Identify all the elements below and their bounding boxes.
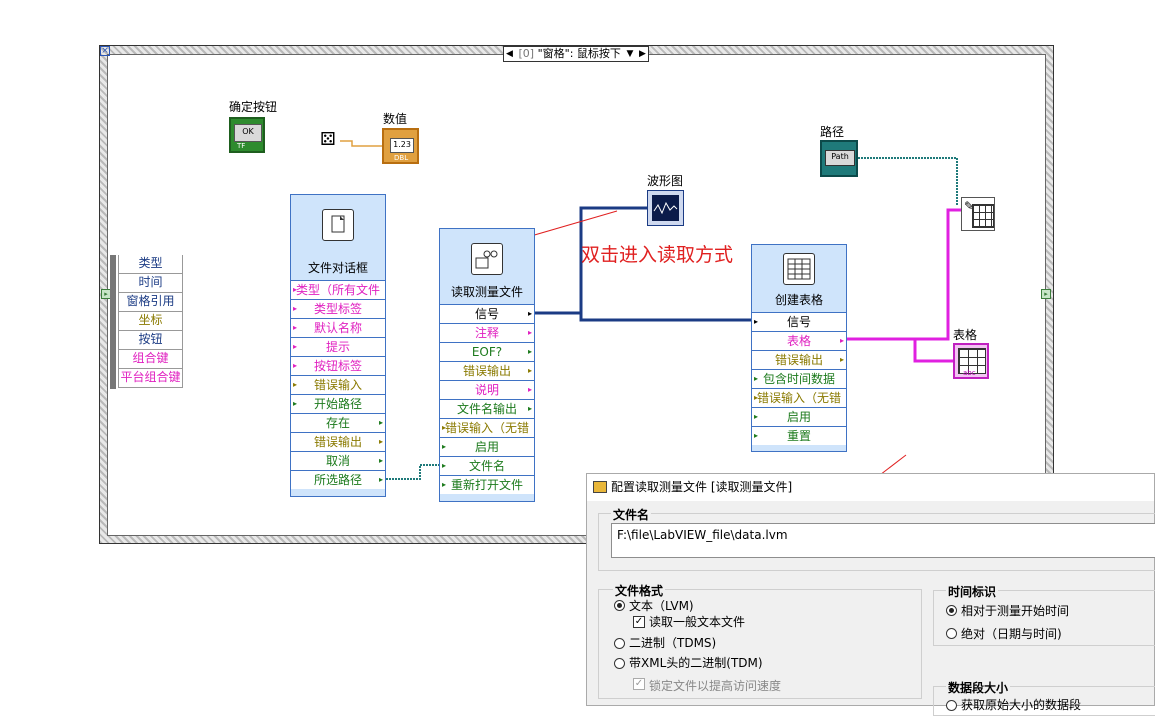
read-file-input[interactable]: ▸ 错误输入（无错 (440, 418, 534, 437)
filename-input[interactable]: F:\file\LabVIEW_file\data.lvm (611, 523, 1155, 558)
build-table-output[interactable]: 错误输出 ▸ (752, 350, 846, 369)
file-dialog-input[interactable]: ▸ 提示 (291, 337, 385, 356)
build-table-icon (783, 253, 815, 285)
table-terminal-type: abc (963, 369, 976, 377)
waveform-graph-screen-icon (652, 195, 679, 221)
waveform-graph-label: 波形图 (647, 174, 684, 188)
read-file-title: 读取测量文件 (450, 285, 523, 299)
path-face: Path (825, 150, 855, 166)
build-table-input[interactable]: ▸ 启用 (752, 407, 846, 426)
read-file-output[interactable]: 文件名输出 ▸ (440, 399, 534, 418)
build-table-input[interactable]: ▸ 重置 (752, 426, 846, 445)
dialog-title: 配置读取测量文件 [读取测量文件] (611, 480, 793, 494)
waveform-graph-terminal[interactable] (647, 190, 684, 226)
format-lvm-radio[interactable] (614, 600, 625, 611)
timestamp-relative-radio[interactable] (946, 605, 957, 616)
file-dialog-output[interactable]: 取消 ▸ (291, 451, 385, 470)
file-dialog-input[interactable]: ▸ 按钮标签 (291, 356, 385, 375)
read-file-output[interactable]: EOF? ▸ (440, 342, 534, 361)
format-lvm-label[interactable]: 文本（LVM) (629, 597, 694, 614)
table-label: 表格 (953, 328, 978, 342)
labview-icon (593, 481, 607, 493)
ok-button-terminal[interactable]: OK TF (229, 117, 265, 153)
lock-file-checkbox[interactable]: ✓ (633, 678, 645, 690)
file-dialog-input[interactable]: ▸ 类型标签 (291, 299, 385, 318)
read-generic-text-label[interactable]: 读取一般文本文件 (649, 613, 745, 630)
event-data-node[interactable]: 类型 时间 窗格引用 坐标 按钮 组合键 平台组合键 (110, 255, 183, 389)
segment-size-group-label: 数据段大小 (946, 679, 1011, 696)
annotation-text: 双击进入读取方式 (581, 244, 734, 266)
table-grid-icon (972, 204, 994, 228)
ok-button-type: TF (237, 142, 246, 150)
right-tunnel-icon[interactable]: ▸ (1041, 289, 1051, 299)
file-dialog-title: 文件对话框 (307, 261, 368, 275)
file-dialog-express-vi[interactable]: 文件对话框 ▸ 类型（所有文件 ▸ 类型标签 ▸ 默认名称 ▸ 提示 ▸ 按钮标签 ▸ 错误… (290, 194, 386, 497)
read-file-input[interactable]: ▸ 文件名 (440, 456, 534, 475)
file-dialog-icon (322, 209, 354, 241)
path-label: 路径 (820, 125, 845, 139)
ok-button-face: OK (234, 124, 262, 142)
format-tdms-radio[interactable] (614, 638, 625, 649)
file-dialog-input[interactable]: ▸ 默认名称 (291, 318, 385, 337)
timestamp-absolute-label[interactable]: 绝对（日期与时间) (961, 625, 1062, 642)
event-data-item[interactable]: 时间 (118, 274, 183, 293)
file-dialog-output[interactable]: 存在 ▸ (291, 413, 385, 432)
numeric-face: 1.23 (390, 138, 414, 153)
timestamp-relative-label[interactable]: 相对于测量开始时间 (961, 602, 1069, 619)
numeric-wire (340, 140, 382, 147)
read-file-output[interactable]: 说明 ▸ (440, 380, 534, 399)
build-table-input[interactable]: ▸ 包含时间数据 (752, 369, 846, 388)
event-data-item[interactable]: 坐标 (118, 312, 183, 331)
read-generic-text-checkbox[interactable]: ✓ (633, 616, 645, 628)
read-file-icon (471, 243, 503, 275)
dialog-titlebar[interactable]: 配置读取测量文件 [读取测量文件] (587, 474, 1154, 501)
signal-wire-to-table (579, 313, 752, 322)
event-data-item[interactable]: 窗格引用 (118, 293, 183, 312)
file-dialog-output[interactable]: 错误输出 ▸ (291, 432, 385, 451)
event-data-item[interactable]: 平台组合键 (118, 369, 183, 388)
format-tdms-label[interactable]: 二进制（TDMS) (629, 634, 716, 651)
build-table-input[interactable]: ▸ 信号 (752, 312, 846, 331)
format-tdm-label[interactable]: 带XML头的二进制(TDM) (629, 654, 763, 671)
read-file-output[interactable]: 注释 ▸ (440, 323, 534, 342)
lock-file-label: 锁定文件以提高访问速度 (649, 679, 782, 693)
build-table-express-vi[interactable]: 创建表格 ▸ 信号 表格 ▸ 错误输出 ▸ ▸ 包含时间数据 ▸ 错误输入（无错 ▸ 启用 … (751, 244, 847, 452)
segment-original-label[interactable]: 获取原始大小的数据段 (961, 696, 1081, 713)
file-dialog-input[interactable]: ▸ 类型（所有文件 (291, 280, 385, 299)
event-data-item[interactable]: 按钮 (118, 331, 183, 350)
timestamp-absolute-radio[interactable] (946, 628, 957, 639)
numeric-terminal[interactable]: 1.23 DBL (382, 128, 419, 164)
build-table-input[interactable]: ▸ 错误输入（无错 (752, 388, 846, 407)
read-file-input[interactable]: ▸ 重新打开文件 (440, 475, 534, 494)
read-file-input[interactable]: ▸ 启用 (440, 437, 534, 456)
ok-button-label: 确定按钮 (229, 100, 278, 114)
file-dialog-input[interactable]: ▸ 开始路径 (291, 394, 385, 413)
event-data-item[interactable]: 类型 (118, 255, 183, 274)
table-wire (847, 337, 953, 363)
file-dialog-output[interactable]: 所选路径 ▸ (291, 470, 385, 489)
timestamp-group-label: 时间标识 (946, 583, 999, 600)
table-property-node[interactable]: ✎ (961, 197, 995, 231)
event-data-node-bar (110, 255, 116, 389)
build-table-output[interactable]: 表格 ▸ (752, 331, 846, 350)
read-measurement-file-express-vi[interactable]: 读取测量文件 信号 ▸ 注释 ▸ EOF? ▸ 错误输出 ▸ 说明 ▸ 文件名输出 ▸ ▸ 错… (439, 228, 535, 502)
filename-group-label: 文件名 (611, 506, 652, 523)
table-wire-to-property (915, 208, 961, 341)
numeric-type: DBL (394, 154, 409, 162)
path-wire-to-property (858, 157, 958, 205)
table-terminal[interactable]: abc (953, 343, 989, 379)
numeric-label: 数值 (383, 112, 408, 126)
build-table-title: 创建表格 (774, 293, 823, 307)
path-wire (386, 464, 440, 480)
file-dialog-input[interactable]: ▸ 错误输入 (291, 375, 385, 394)
event-data-item[interactable]: 组合键 (118, 350, 183, 369)
format-tdm-radio[interactable] (614, 658, 625, 669)
random-number-icon[interactable]: ⚄ (320, 130, 340, 150)
path-terminal[interactable]: Path (820, 140, 858, 177)
read-file-output[interactable]: 错误输出 ▸ (440, 361, 534, 380)
read-file-output[interactable]: 信号 ▸ (440, 304, 534, 323)
